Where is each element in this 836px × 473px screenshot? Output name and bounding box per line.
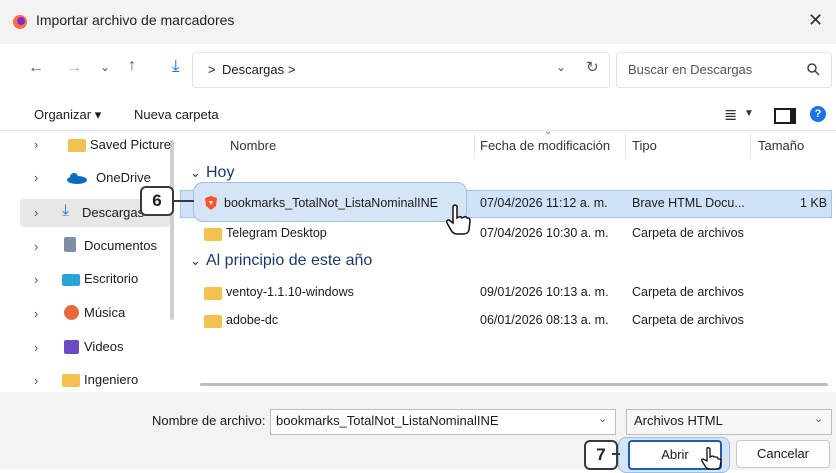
column-header-type[interactable]: Tipo bbox=[632, 138, 657, 153]
sidebar-item-musica[interactable]: Música bbox=[84, 305, 125, 320]
expand-chevron-icon[interactable]: › bbox=[34, 205, 38, 220]
column-divider[interactable] bbox=[750, 134, 751, 158]
hand-cursor-icon bbox=[446, 204, 471, 235]
sidebar-item-onedrive[interactable]: OneDrive bbox=[96, 170, 151, 185]
filename-dropdown-icon[interactable]: ⌄ bbox=[598, 412, 607, 425]
column-header-size[interactable]: Tamaño bbox=[758, 138, 804, 153]
file-date: 07/04/2026 10:30 a. m. bbox=[480, 226, 609, 240]
expand-chevron-icon[interactable]: › bbox=[34, 239, 38, 254]
group-header-today[interactable]: Hoy bbox=[206, 164, 234, 182]
forward-arrow-icon[interactable]: → bbox=[66, 59, 82, 77]
sidebar-item-escritorio[interactable]: Escritorio bbox=[84, 271, 138, 286]
file-name[interactable]: adobe-dc bbox=[226, 313, 278, 327]
column-divider[interactable] bbox=[474, 134, 475, 158]
expand-chevron-icon[interactable]: › bbox=[34, 272, 38, 287]
expand-chevron-icon[interactable]: › bbox=[34, 340, 38, 355]
folder-icon bbox=[204, 315, 222, 328]
back-arrow-icon[interactable]: ← bbox=[28, 59, 44, 77]
file-type: Carpeta de archivos bbox=[632, 226, 744, 240]
group-collapse-icon[interactable]: ⌄ bbox=[190, 165, 201, 181]
refresh-icon[interactable]: ↻ bbox=[586, 58, 599, 76]
folder-icon bbox=[68, 139, 86, 152]
up-arrow-icon[interactable]: ↑ bbox=[128, 57, 136, 75]
download-icon: ⤓ bbox=[62, 202, 70, 219]
sidebar-item-videos[interactable]: Videos bbox=[84, 339, 124, 354]
folder-icon bbox=[62, 374, 80, 387]
document-icon bbox=[64, 237, 76, 252]
address-dropdown-icon[interactable]: ⌄ bbox=[556, 60, 566, 74]
search-input[interactable]: Buscar en Descargas bbox=[628, 62, 752, 77]
folder-icon bbox=[204, 228, 222, 241]
brave-icon bbox=[205, 196, 217, 210]
sidebar-item-descargas[interactable]: Descargas bbox=[82, 205, 144, 220]
view-menu-icon[interactable]: ≣ bbox=[724, 105, 737, 125]
filename-input[interactable]: bookmarks_TotalNot_ListaNominalINE bbox=[276, 413, 499, 428]
view-dropdown-icon[interactable]: ▼ bbox=[744, 108, 754, 119]
breadcrumb-descargas[interactable]: Descargas bbox=[222, 62, 284, 77]
filename-label: Nombre de archivo: bbox=[152, 413, 266, 428]
firefox-icon bbox=[13, 15, 27, 29]
download-location-icon: ⤓ bbox=[172, 56, 180, 75]
column-header-name[interactable]: Nombre bbox=[230, 138, 276, 153]
expand-chevron-icon[interactable]: › bbox=[34, 306, 38, 321]
desktop-icon bbox=[62, 274, 80, 286]
sidebar-item-documentos[interactable]: Documentos bbox=[84, 238, 157, 253]
breadcrumb-separator[interactable]: > bbox=[288, 62, 296, 77]
expand-chevron-icon[interactable]: › bbox=[34, 373, 38, 388]
group-header-early-year[interactable]: Al principio de este año bbox=[206, 252, 372, 270]
cloud-icon bbox=[67, 173, 87, 184]
file-date: 06/01/2026 08:13 a. m. bbox=[480, 313, 609, 327]
file-name[interactable]: bookmarks_TotalNot_ListaNominalINE bbox=[224, 196, 438, 210]
step-6-badge: 6 bbox=[140, 186, 174, 216]
breadcrumb-root[interactable]: > bbox=[208, 62, 216, 77]
folder-icon bbox=[204, 287, 222, 300]
horizontal-scrollbar[interactable] bbox=[200, 383, 828, 386]
filetype-value[interactable]: Archivos HTML bbox=[634, 413, 723, 428]
sidebar-item-ingeniero[interactable]: Ingeniero bbox=[84, 372, 138, 387]
file-size: 1 KB bbox=[800, 196, 828, 210]
new-folder-button[interactable]: Nueva carpeta bbox=[134, 107, 219, 122]
file-dialog: Importar archivo de marcadores ✕ ← → ⌄ ↑… bbox=[0, 0, 836, 473]
file-type: Brave HTML Docu... bbox=[632, 196, 745, 210]
file-name[interactable]: ventoy-1.1.10-windows bbox=[226, 285, 354, 299]
cancel-button[interactable]: Cancelar bbox=[736, 440, 830, 468]
callout-connector bbox=[612, 453, 620, 455]
sort-indicator-icon: ⌄ bbox=[544, 126, 553, 137]
preview-pane-icon[interactable] bbox=[774, 108, 796, 124]
file-date: 07/04/2026 11:12 a. m. bbox=[480, 196, 608, 210]
file-name[interactable]: Telegram Desktop bbox=[226, 226, 327, 240]
search-icon[interactable] bbox=[806, 62, 820, 76]
close-icon[interactable]: ✕ bbox=[808, 10, 823, 31]
column-header-date[interactable]: Fecha de modificación bbox=[480, 138, 610, 153]
step-7-badge: 7 bbox=[584, 440, 618, 470]
hand-cursor-icon bbox=[701, 447, 722, 470]
music-icon bbox=[64, 305, 79, 320]
recent-chevron-icon[interactable]: ⌄ bbox=[100, 60, 110, 74]
file-type: Carpeta de archivos bbox=[632, 313, 744, 327]
sidebar-item-saved-pictures[interactable]: Saved Picture bbox=[90, 137, 174, 152]
expand-chevron-icon[interactable]: › bbox=[34, 170, 38, 185]
help-icon[interactable]: ? bbox=[810, 106, 826, 122]
video-icon bbox=[64, 340, 79, 354]
organize-button[interactable]: Organizar ▾ bbox=[34, 107, 101, 123]
nav-scrollbar[interactable] bbox=[170, 140, 174, 320]
file-date: 09/01/2026 10:13 a. m. bbox=[480, 285, 609, 299]
filetype-dropdown-icon[interactable]: ⌄ bbox=[814, 412, 823, 425]
window-title: Importar archivo de marcadores bbox=[36, 12, 235, 28]
expand-chevron-icon[interactable]: › bbox=[34, 137, 38, 152]
group-collapse-icon[interactable]: ⌄ bbox=[190, 253, 201, 269]
column-divider[interactable] bbox=[625, 134, 626, 158]
file-type: Carpeta de archivos bbox=[632, 285, 744, 299]
